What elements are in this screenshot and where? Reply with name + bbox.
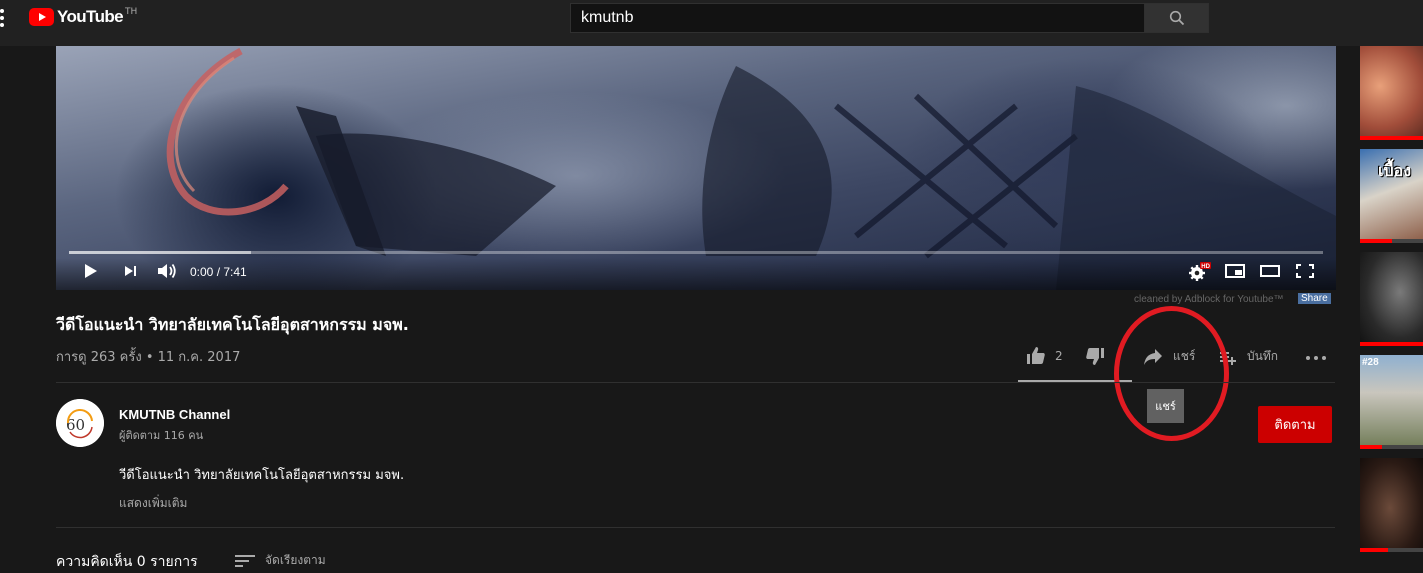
youtube-logo[interactable]: YouTube TH xyxy=(29,8,137,28)
settings-hd-icon[interactable]: HD xyxy=(1188,262,1212,282)
watch-progress xyxy=(1360,342,1423,346)
search-button[interactable] xyxy=(1144,3,1209,33)
channel-name[interactable]: KMUTNB Channel xyxy=(119,407,230,422)
related-videos-rail: เบื้อง #28 xyxy=(1360,46,1423,561)
next-icon[interactable] xyxy=(123,262,139,280)
country-code: TH xyxy=(125,7,138,17)
show-more-link[interactable]: แสดงเพิ่มเติม xyxy=(119,494,187,513)
adblock-share-button[interactable]: Share xyxy=(1298,293,1331,304)
view-count-date: การดู 263 ครั้ง • 11 ก.ค. 2017 xyxy=(56,350,241,365)
dislike-button[interactable] xyxy=(1085,346,1105,366)
thumbs-up-icon xyxy=(1027,347,1045,364)
thumbnail-badge: #28 xyxy=(1362,357,1379,368)
video-player[interactable]: 0:00 / 7:41 HD xyxy=(56,46,1336,290)
comments-count: ความคิดเห็น 0 รายการ xyxy=(56,554,198,570)
like-button[interactable]: 2 xyxy=(1026,346,1063,366)
video-title: วีดีโอแนะนำ วิทยาลัยเทคโนโลยีอุตสาหกรรม … xyxy=(56,315,409,334)
search-icon xyxy=(1169,10,1184,26)
like-count: 2 xyxy=(1055,349,1063,363)
related-video-thumbnail[interactable]: #28 xyxy=(1360,355,1423,449)
subscribe-button[interactable]: ติดตาม xyxy=(1258,406,1332,443)
watch-progress xyxy=(1360,548,1423,552)
volume-icon[interactable] xyxy=(156,262,178,280)
more-actions-icon[interactable] xyxy=(1305,354,1327,362)
svg-text:HD: HD xyxy=(1201,264,1210,270)
logo-wordmark: YouTube xyxy=(57,7,124,26)
watch-progress xyxy=(1360,239,1423,243)
theater-mode-icon[interactable] xyxy=(1259,262,1281,280)
channel-avatar[interactable]: 60 xyxy=(56,399,104,447)
annotation-circle xyxy=(1114,306,1229,441)
miniplayer-icon[interactable] xyxy=(1224,262,1246,280)
kmutnb-logo-icon: 60 xyxy=(56,399,104,447)
guide-menu-icon[interactable] xyxy=(0,9,6,27)
play-icon[interactable] xyxy=(83,262,99,280)
related-video-thumbnail[interactable]: เบื้อง xyxy=(1360,149,1423,243)
adblock-note: cleaned by Adblock for Youtube™ xyxy=(1134,294,1284,305)
masthead: YouTube TH xyxy=(0,0,1423,46)
thumbnail-text: เบื้อง xyxy=(1378,161,1412,180)
related-video-thumbnail[interactable] xyxy=(1360,458,1423,552)
thumbs-down-icon xyxy=(1086,348,1104,365)
related-video-thumbnail[interactable] xyxy=(1360,46,1423,140)
watch-progress xyxy=(1360,136,1423,140)
player-controls: 0:00 / 7:41 HD xyxy=(56,258,1336,290)
video-description: วีดีโอแนะนำ วิทยาลัยเทคโนโลยีอุตสาหกรรม … xyxy=(119,468,405,483)
progress-bar[interactable] xyxy=(69,251,1323,254)
save-label: บันทึก xyxy=(1247,349,1278,363)
divider-bottom xyxy=(56,527,1335,528)
search-input[interactable] xyxy=(570,3,1145,33)
divider-top xyxy=(56,382,1335,383)
youtube-play-icon xyxy=(29,8,54,26)
watch-progress xyxy=(1360,445,1423,449)
related-video-thumbnail[interactable] xyxy=(1360,252,1423,346)
fullscreen-icon[interactable] xyxy=(1294,262,1316,280)
buffer-fill xyxy=(69,251,251,254)
subscriber-count: ผู้ติดตาม 116 คน xyxy=(119,429,204,442)
time-display: 0:00 / 7:41 xyxy=(190,265,247,279)
